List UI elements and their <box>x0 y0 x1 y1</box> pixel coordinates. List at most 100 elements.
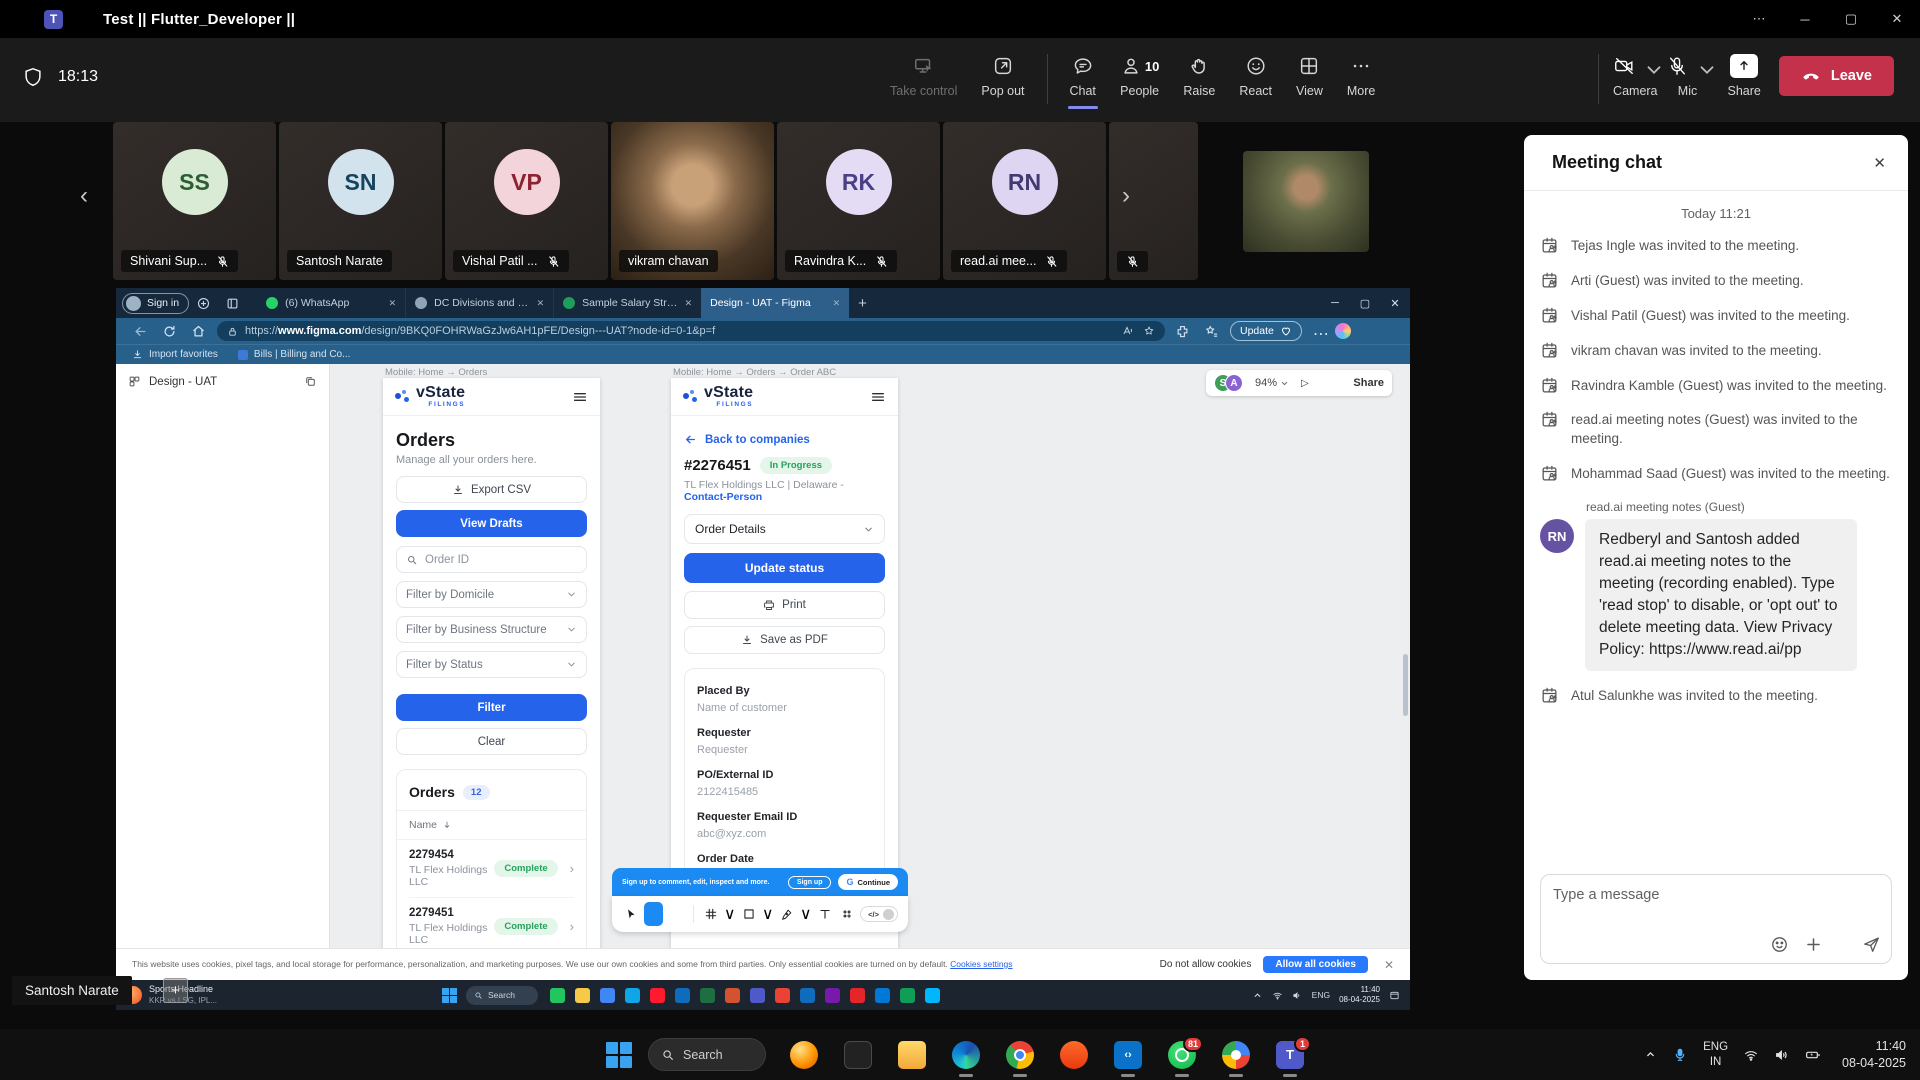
participant-name-chip: Ravindra K... <box>785 250 897 272</box>
strip-scroll-left-icon[interactable]: ‹ <box>80 184 88 208</box>
tray-expand-icon[interactable] <box>1644 1048 1657 1061</box>
window-more-icon[interactable]: ⋯ <box>1736 0 1782 38</box>
more-button[interactable]: More <box>1335 44 1387 110</box>
chrome-taskbar-icon[interactable] <box>1006 1041 1034 1069</box>
participant-name-chip <box>1117 251 1148 272</box>
order-details-card: Placed ByName of customerRequesterReques… <box>684 668 885 899</box>
app-dark-taskbar-icon[interactable] <box>844 1041 872 1069</box>
share-add-button[interactable]: + <box>163 978 188 1003</box>
chat-system-message: Vishal Patil (Guest) was invited to the … <box>1540 307 1892 326</box>
figma-duplicate-icon <box>304 375 317 388</box>
toolbar-divider <box>693 905 694 923</box>
people-button[interactable]: 10People <box>1108 44 1171 110</box>
wifi-icon[interactable] <box>1743 1047 1759 1063</box>
edge-icon <box>625 988 640 1003</box>
order-id: 2279454 <box>409 849 494 861</box>
orders-list-card: Orders 12 Name 2279454TL Flex Holdings L… <box>396 769 587 948</box>
start-button[interactable] <box>606 1042 632 1068</box>
more-label: More <box>1347 84 1375 98</box>
filter-button: Filter <box>396 694 587 721</box>
explorer-taskbar-icon[interactable] <box>898 1041 926 1069</box>
emoji-icon[interactable] <box>1770 935 1789 954</box>
camera-options-chevron-icon[interactable] <box>1643 59 1657 73</box>
notification-icon <box>1389 990 1400 1001</box>
mic-options-chevron-icon[interactable] <box>1696 59 1710 73</box>
participant-tile[interactable]: SNSantosh Narate <box>279 122 442 280</box>
attach-plus-icon[interactable] <box>1804 935 1823 954</box>
strip-scroll-right-icon[interactable]: › <box>1122 184 1130 208</box>
system-message-text: Atul Salunkhe was invited to the meeting… <box>1571 687 1818 706</box>
leave-button[interactable]: Leave <box>1779 56 1894 96</box>
camera-button[interactable]: Camera <box>1609 44 1661 110</box>
pop-out-button[interactable]: Pop out <box>969 44 1036 110</box>
mic-off-icon <box>875 255 888 268</box>
field-label: Order Date <box>697 853 872 865</box>
browser-update-button: Update <box>1230 321 1302 341</box>
react-button[interactable]: React <box>1227 44 1284 110</box>
filter-dropdown: Filter by Status <box>396 651 587 678</box>
code-icon: </> <box>868 910 879 919</box>
notification-badge: 1 <box>1294 1036 1311 1052</box>
participant-name: vikram chavan <box>628 254 709 268</box>
window-minimize-button[interactable]: ─ <box>1782 0 1828 38</box>
share-button[interactable]: Share <box>1724 44 1765 110</box>
chevron-right-icon: › <box>570 919 574 934</box>
present-play-icon: ▷ <box>1301 378 1309 389</box>
browser-nav-bar: https://www.figma.com/design/9BKQ0FOHRWa… <box>116 318 1410 344</box>
participant-tile[interactable]: RKRavindra K... <box>777 122 940 280</box>
order-status-badge: Complete <box>494 918 557 935</box>
whatsapp-taskbar-icon[interactable]: 81 <box>1168 1041 1196 1069</box>
send-message-icon[interactable] <box>1862 935 1881 954</box>
browser-minimize-icon: ─ <box>1320 288 1350 318</box>
page-scrollbar-thumb <box>1403 654 1408 716</box>
mic-button[interactable]: Mic <box>1662 44 1714 110</box>
import-favorites-item: Import favorites <box>132 349 218 360</box>
participant-tile[interactable]: SSShivani Sup... <box>113 122 276 280</box>
sender-avatar: RN <box>1540 519 1574 553</box>
figma-signup-banner: Sign up to comment, edit, inspect and mo… <box>612 868 908 896</box>
taskbar-clock[interactable]: 11:4008-04-2025 <box>1842 1038 1906 1072</box>
vstate-logo: vStateFILINGS <box>395 385 465 409</box>
window-maximize-button[interactable]: ▢ <box>1828 0 1874 38</box>
system-tray: ENGIN 11:4008-04-2025 <box>1644 1038 1906 1072</box>
volume-icon[interactable] <box>1774 1047 1790 1063</box>
chat-panel-title: Meeting chat <box>1552 152 1662 173</box>
filter-label: Filter by Business Structure <box>406 624 547 636</box>
shared-screen-region[interactable]: Sign in (6) WhatsApp✕DC Divisions and Su… <box>116 288 1410 980</box>
language-indicator[interactable]: ENGIN <box>1703 1040 1728 1069</box>
chevron-down-icon <box>566 624 577 635</box>
chat-close-icon[interactable]: ✕ <box>1873 154 1886 172</box>
chat-message-input[interactable]: Type a message <box>1540 874 1892 964</box>
window-close-button[interactable]: ✕ <box>1874 0 1920 38</box>
order-id-search-input: Order ID <box>396 546 587 573</box>
raise-button[interactable]: Raise <box>1171 44 1227 110</box>
notification-badge: 81 <box>1183 1036 1203 1052</box>
actions-tool-icon <box>838 902 856 926</box>
google-taskbar-icon[interactable] <box>1222 1041 1250 1069</box>
teams-taskbar-icon[interactable]: T1 <box>1276 1041 1304 1069</box>
view-button[interactable]: View <box>1284 44 1335 110</box>
brave-taskbar-icon[interactable] <box>1060 1041 1088 1069</box>
allow-cookies-button: Allow all cookies <box>1263 956 1368 973</box>
meeting-toolbar: 18:13 Take controlPop outChat10PeopleRai… <box>0 38 1920 122</box>
vscode-icon: ‹› <box>1114 1041 1142 1069</box>
vscode-taskbar-icon[interactable]: ‹› <box>1114 1041 1142 1069</box>
app-dark-icon <box>844 1041 872 1069</box>
participant-tile[interactable]: vikram chavan <box>611 122 774 280</box>
back-icon <box>133 324 148 339</box>
meeting-timer: 18:13 <box>22 66 98 88</box>
chat-button[interactable]: Chat <box>1058 44 1108 110</box>
filter-label: Filter by Domicile <box>406 589 494 601</box>
firefox-taskbar-icon[interactable] <box>790 1041 818 1069</box>
battery-icon[interactable] <box>1805 1047 1821 1063</box>
grid-view-icon <box>1298 55 1320 77</box>
participant-name-chip: Vishal Patil ... <box>453 250 569 272</box>
tray-mic-icon[interactable] <box>1672 1047 1688 1063</box>
taskbar-search[interactable]: Search <box>648 1038 766 1071</box>
participant-tile[interactable]: VPVishal Patil ... <box>445 122 608 280</box>
participant-name-chip: vikram chavan <box>619 250 718 272</box>
edge-taskbar-icon[interactable] <box>952 1041 980 1069</box>
participant-video-spotlight[interactable] <box>1243 151 1369 252</box>
phone-hangup-icon <box>1801 66 1821 86</box>
participant-tile[interactable]: RNread.ai mee... <box>943 122 1106 280</box>
